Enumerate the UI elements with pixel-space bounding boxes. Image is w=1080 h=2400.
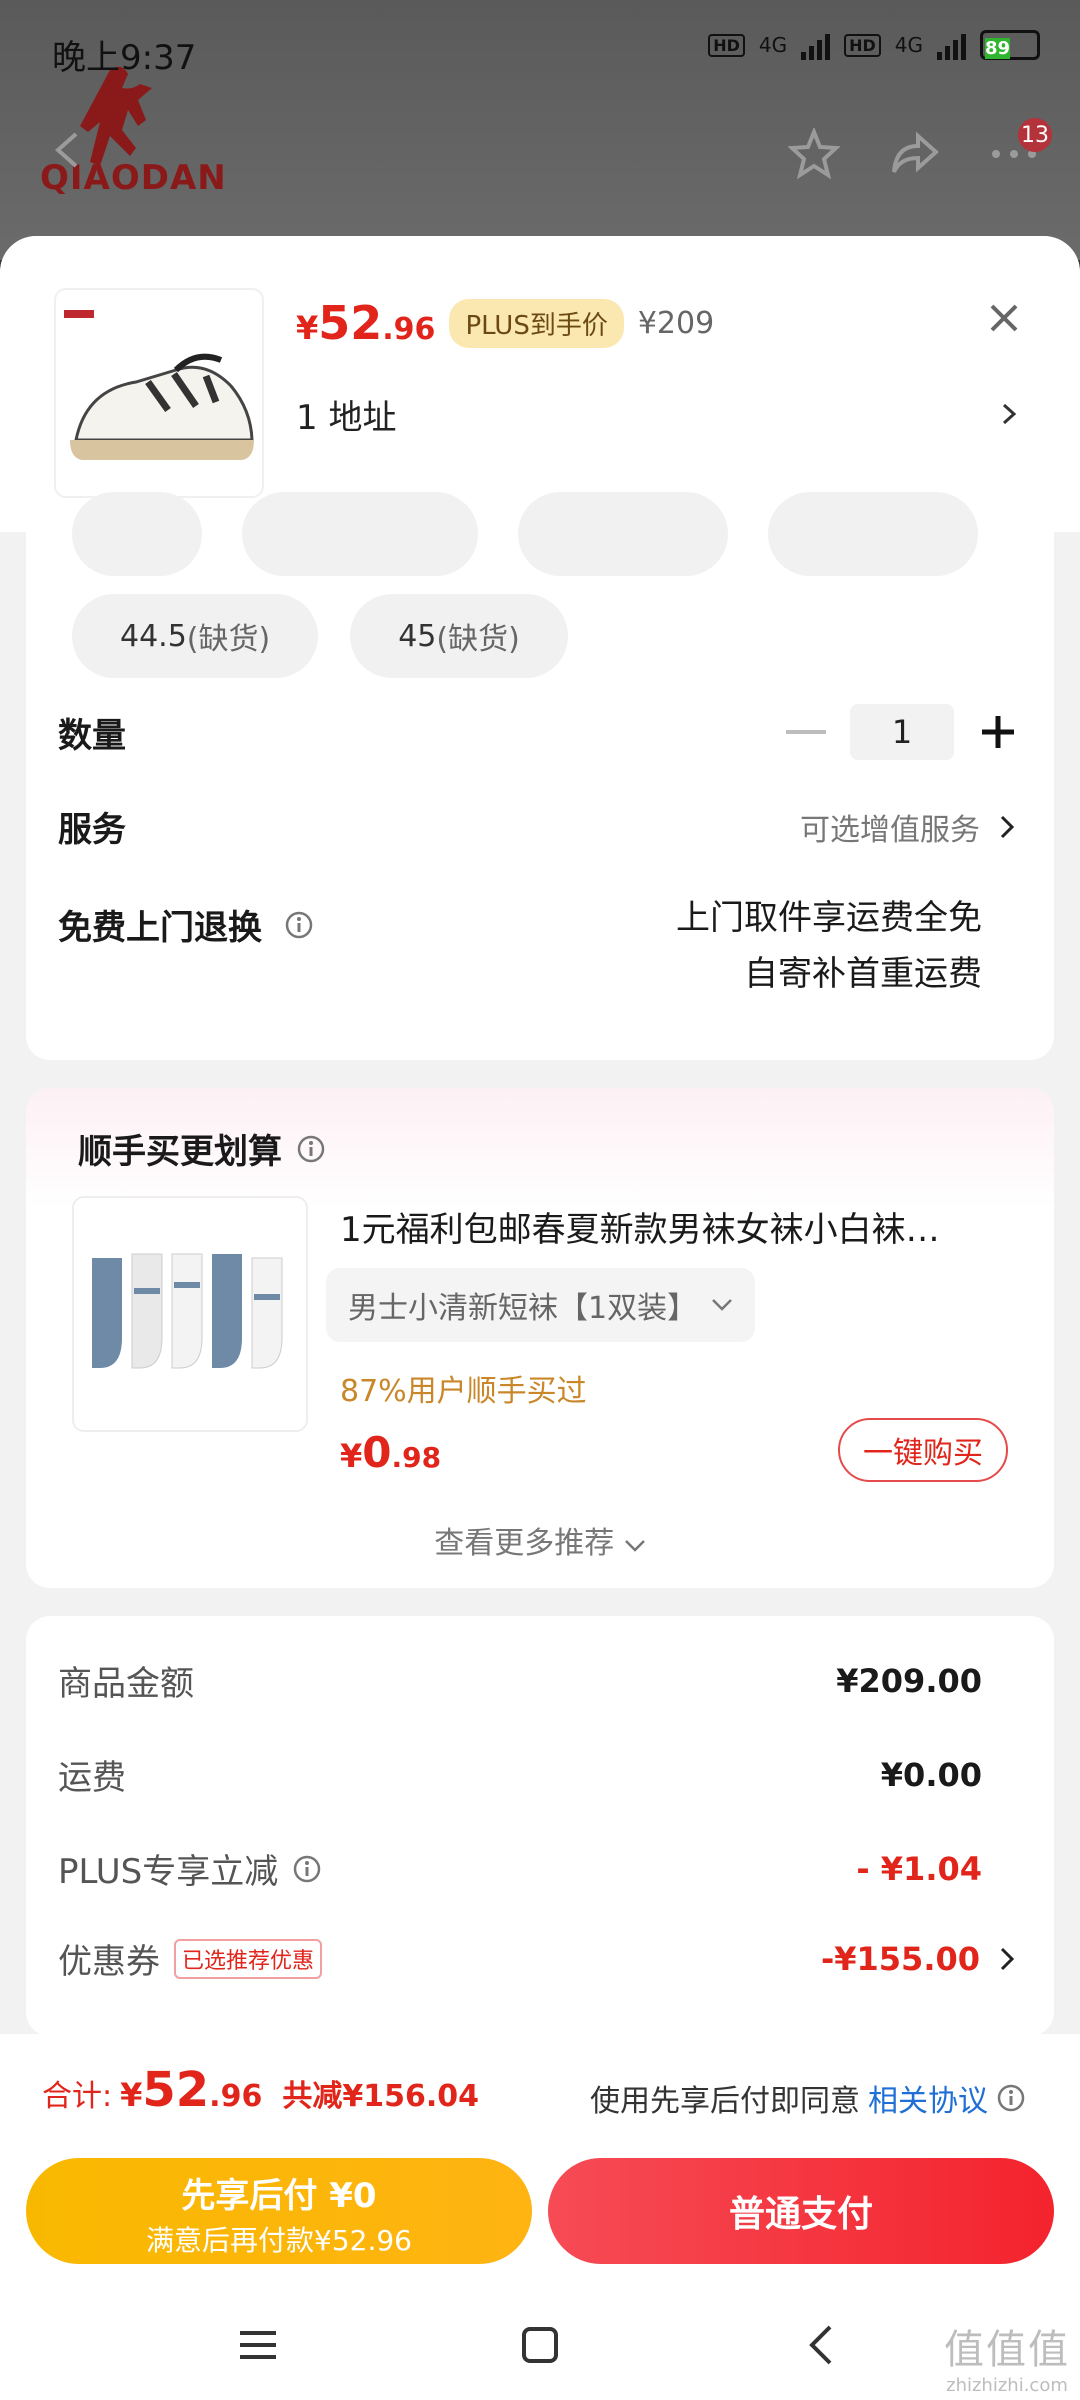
size-chip-45[interactable]: 45 (缺货) bbox=[350, 594, 568, 678]
original-price: ¥209 bbox=[637, 305, 715, 341]
options-card: 44.5 (缺货) 45 (缺货) 数量 1 服务 可选增值服务 免费上门退换 上门… bbox=[26, 492, 1054, 1060]
quantity-stepper: 1 bbox=[786, 704, 1018, 760]
total-savings: 共减¥156.04 bbox=[282, 2079, 479, 2114]
agreement-text: 使用先享后付即同意 bbox=[590, 2084, 860, 2119]
service-label: 服务 bbox=[58, 810, 126, 850]
sneaker-image-icon bbox=[64, 310, 254, 460]
socks-image-icon bbox=[92, 1253, 283, 1369]
goods-amount-label: 商品金额 bbox=[58, 1664, 194, 1704]
chevron-down-icon bbox=[624, 1540, 645, 1552]
free-return-line1: 上门取件享运费全免 bbox=[676, 898, 982, 938]
home-square-icon[interactable] bbox=[514, 2319, 566, 2371]
shipping-label: 运费 bbox=[58, 1758, 126, 1798]
size-chip[interactable] bbox=[768, 492, 978, 576]
watermark: 值值值 zhizhizhi.com bbox=[944, 2317, 1070, 2396]
product-thumbnail[interactable] bbox=[54, 288, 264, 498]
share-icon[interactable] bbox=[888, 128, 940, 180]
chevron-down-icon bbox=[712, 1299, 732, 1311]
plus-discount-row: PLUS专享立减 - ¥1.04 bbox=[58, 1844, 1018, 1893]
system-nav-bar bbox=[0, 2290, 1080, 2400]
address-row[interactable]: 1 地址 bbox=[296, 384, 1024, 444]
shipping-value: ¥0.00 bbox=[880, 1755, 982, 1794]
total-label: 合计: bbox=[42, 2079, 113, 2114]
battery-icon: 89 bbox=[980, 30, 1040, 60]
signal-icon-2 bbox=[937, 30, 966, 60]
agreement-link[interactable]: 相关协议 bbox=[868, 2076, 988, 2120]
close-icon[interactable] bbox=[984, 298, 1024, 338]
plus-discount-value: - ¥1.04 bbox=[856, 1849, 982, 1888]
recommend-title: 顺手买更划算 bbox=[78, 1132, 282, 1172]
price-summary-card: 商品金额 ¥209.00 运费 ¥0.00 PLUS专享立减 - ¥1.04 优… bbox=[26, 1616, 1054, 2036]
size-chip[interactable] bbox=[518, 492, 728, 576]
recommend-spec-text: 男士小清新短袜【1双装】 bbox=[348, 1291, 698, 1326]
quantity-label: 数量 bbox=[58, 715, 126, 756]
battery-level: 89 bbox=[985, 38, 1011, 59]
plus-discount-label: PLUS专享立减 bbox=[58, 1852, 279, 1892]
normal-pay-button[interactable]: 普通支付 bbox=[548, 2158, 1054, 2264]
watermark-logo: 值值值 bbox=[944, 2327, 1070, 2373]
size-chip-44-5[interactable]: 44.5 (缺货) bbox=[72, 594, 319, 678]
info-icon[interactable] bbox=[296, 1134, 326, 1164]
menu-icon[interactable] bbox=[232, 2319, 284, 2371]
network-label-1: 4G bbox=[758, 33, 788, 57]
size-row-partial bbox=[72, 492, 978, 576]
free-return-label: 免费上门退换 bbox=[58, 908, 262, 948]
status-time: 晚上9:37 bbox=[52, 38, 197, 78]
back-icon[interactable] bbox=[796, 2319, 848, 2371]
goods-amount-row: 商品金额 ¥209.00 bbox=[58, 1656, 1018, 1705]
recommend-item-image[interactable] bbox=[72, 1196, 308, 1432]
quantity-input[interactable]: 1 bbox=[850, 704, 954, 760]
one-click-buy-button[interactable]: 一键购买 bbox=[838, 1418, 1008, 1482]
coupon-value: -¥155.00 bbox=[820, 1939, 980, 1978]
pay-later-label: 先享后付 ¥0 bbox=[181, 2176, 377, 2216]
recommend-social-proof: 87%用户顺手买过 bbox=[340, 1374, 587, 1409]
chevron-right-icon bbox=[1002, 403, 1017, 425]
coupon-label: 优惠券 bbox=[58, 1942, 160, 1982]
network-label-2: 4G bbox=[894, 33, 923, 57]
pay-later-sublabel: 满意后再付款¥52.96 bbox=[146, 2224, 412, 2257]
size-chip[interactable] bbox=[72, 492, 202, 576]
recommend-price: ¥0.98 bbox=[340, 1428, 442, 1477]
see-more-recommend-link[interactable]: 查看更多推荐 bbox=[26, 1518, 1054, 1562]
cart-count-badge: 13 bbox=[1018, 118, 1052, 152]
product-price: ¥52.96 bbox=[296, 296, 436, 350]
info-icon[interactable] bbox=[996, 2083, 1026, 2113]
free-return-row: 免费上门退换 上门取件享运费全免 自寄补首重运费 bbox=[58, 890, 1018, 1002]
signal-icon bbox=[801, 30, 831, 60]
shipping-row: 运费 ¥0.00 bbox=[58, 1750, 1018, 1799]
plus-icon[interactable] bbox=[978, 712, 1018, 752]
goods-amount-value: ¥209.00 bbox=[836, 1661, 982, 1700]
agreement-line: 使用先享后付即同意 相关协议 bbox=[590, 2076, 1026, 2120]
address-text: 1 地址 bbox=[296, 397, 397, 438]
coupon-row[interactable]: 优惠券 已选推荐优惠 -¥155.00 bbox=[58, 1934, 1018, 1983]
recommend-item-name[interactable]: 1元福利包邮春夏新款男袜女袜小白袜… bbox=[340, 1202, 1000, 1251]
total-price: ¥52.96 bbox=[120, 2062, 263, 2118]
favorite-star-icon[interactable] bbox=[788, 128, 840, 180]
total-line: 合计: ¥52.96 共减¥156.04 bbox=[42, 2062, 479, 2118]
status-bar: 晚上9:37 HD 4G HD 4G 89 bbox=[0, 0, 1080, 96]
info-icon[interactable] bbox=[292, 1854, 322, 1884]
size-chip[interactable] bbox=[242, 492, 478, 576]
info-icon[interactable] bbox=[284, 910, 314, 940]
pay-later-button[interactable]: 先享后付 ¥0 满意后再付款¥52.96 bbox=[26, 2158, 532, 2264]
recommend-card: 顺手买更划算 1元福利包邮春夏新款男袜女袜小白袜… 男士小清新短袜【1双装】 8… bbox=[26, 1088, 1054, 1588]
service-row[interactable]: 服务 可选增值服务 bbox=[58, 802, 1018, 851]
hd-icon-2: HD bbox=[844, 33, 881, 57]
sheet-header: ¥52.96 PLUS到手价 ¥209 1 地址 bbox=[0, 236, 1080, 532]
free-return-line2: 自寄补首重运费 bbox=[744, 954, 982, 994]
minus-icon[interactable] bbox=[786, 730, 826, 734]
plus-price-tag: PLUS到手价 bbox=[449, 298, 624, 348]
chevron-right-icon bbox=[1000, 815, 1015, 838]
back-arrow-icon[interactable] bbox=[48, 130, 88, 170]
service-value: 可选增值服务 bbox=[800, 812, 980, 848]
recommend-spec-select[interactable]: 男士小清新短袜【1双装】 bbox=[326, 1268, 756, 1342]
chevron-right-icon bbox=[1000, 1947, 1015, 1970]
size-row: 44.5 (缺货) 45 (缺货) bbox=[72, 594, 568, 678]
quantity-row: 数量 1 bbox=[58, 704, 1018, 760]
hd-icon: HD bbox=[708, 33, 745, 57]
coupon-tag: 已选推荐优惠 bbox=[174, 1938, 323, 1979]
watermark-url: zhizhizhi.com bbox=[946, 2375, 1068, 2396]
